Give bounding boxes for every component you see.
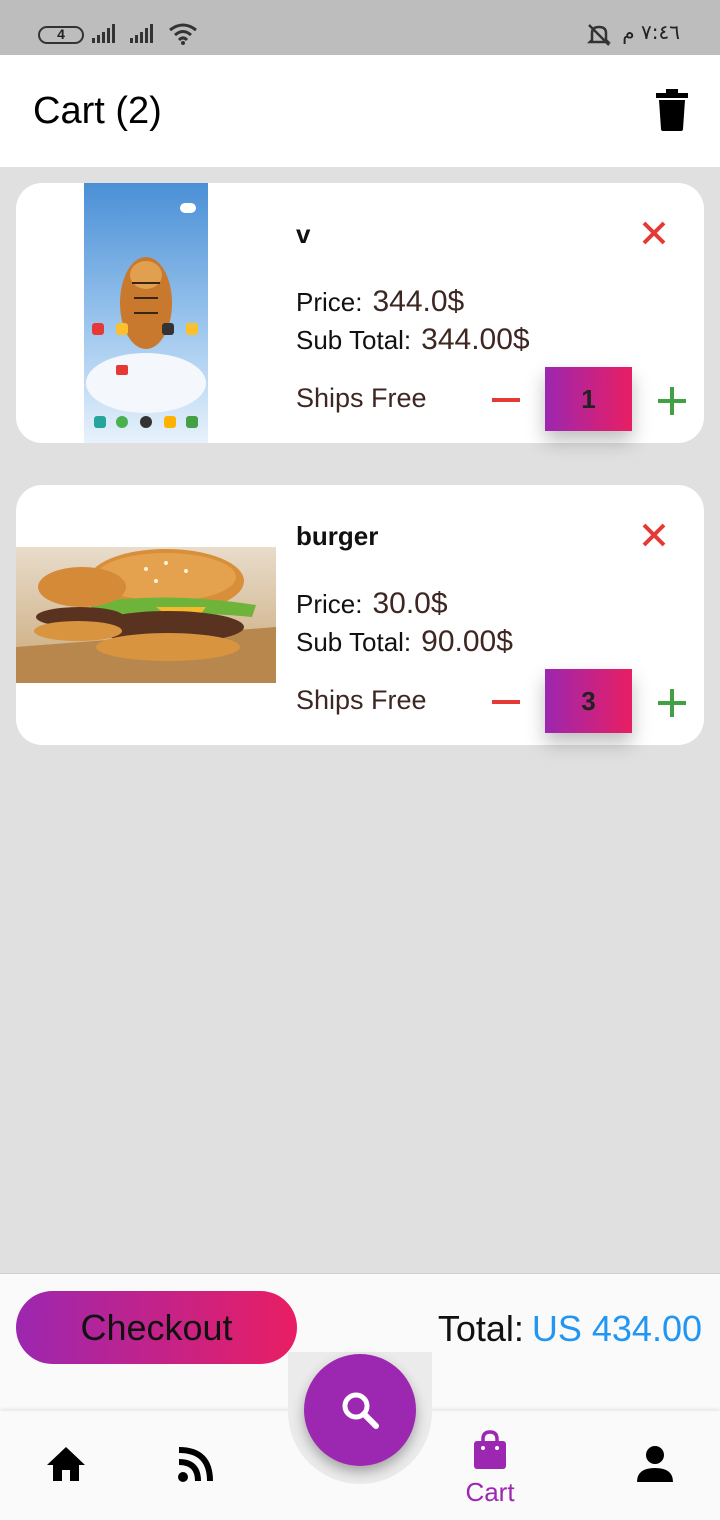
plus-icon[interactable] bbox=[656, 385, 688, 417]
page-title: Cart (2) bbox=[33, 90, 162, 132]
product-name: v bbox=[296, 219, 311, 249]
subtotal-label: Sub Total: bbox=[296, 325, 412, 355]
total-value: US 434.00 bbox=[531, 1308, 702, 1349]
nav-profile[interactable] bbox=[635, 1444, 675, 1489]
signal-icon bbox=[92, 24, 115, 43]
nav-cart[interactable]: Cart bbox=[450, 1430, 530, 1508]
subtotal-label: Sub Total: bbox=[296, 627, 412, 657]
home-icon bbox=[47, 1447, 85, 1481]
price-row: Price: 344.0$ bbox=[296, 285, 464, 319]
nav-feed[interactable] bbox=[176, 1446, 214, 1489]
status-time: ٧:٤٦ م bbox=[622, 20, 680, 44]
person-icon bbox=[637, 1446, 673, 1482]
search-button[interactable] bbox=[304, 1354, 416, 1466]
nav-home[interactable] bbox=[45, 1445, 87, 1488]
status-bar: 4 ٧:٤٦ م bbox=[0, 0, 720, 55]
subtotal-value: 344.00$ bbox=[421, 323, 530, 356]
subtotal-row: Sub Total: 344.00$ bbox=[296, 323, 530, 357]
quantity-display: 1 bbox=[545, 367, 632, 431]
mute-bell-icon bbox=[586, 24, 612, 46]
cart-item-card: burger Price: 30.0$ Sub Total: 90.00$ Ship… bbox=[16, 485, 704, 745]
close-icon[interactable] bbox=[640, 521, 668, 549]
search-icon bbox=[342, 1392, 379, 1429]
nav-cart-label: Cart bbox=[465, 1477, 515, 1507]
minus-icon[interactable] bbox=[490, 689, 522, 715]
subtotal-row: Sub Total: 90.00$ bbox=[296, 625, 513, 659]
plus-icon[interactable] bbox=[656, 687, 688, 719]
checkout-button[interactable]: Checkout bbox=[16, 1291, 297, 1364]
close-icon[interactable] bbox=[640, 219, 668, 247]
rss-feed-icon bbox=[178, 1447, 213, 1482]
cart-item-card: v Price: 344.0$ Sub Total: 344.00$ Ships F… bbox=[16, 183, 704, 443]
total-label: Total: bbox=[437, 1308, 524, 1349]
shipping-info: Ships Free bbox=[296, 383, 427, 413]
price-label: Price: bbox=[296, 287, 363, 317]
subtotal-value: 90.00$ bbox=[421, 625, 513, 658]
price-value: 344.0$ bbox=[372, 285, 465, 318]
shopping-bag-icon bbox=[474, 1430, 506, 1469]
price-value: 30.0$ bbox=[372, 587, 448, 620]
product-thumbnail[interactable] bbox=[16, 547, 276, 683]
battery-level: 4 bbox=[57, 26, 65, 42]
quantity-display: 3 bbox=[545, 669, 632, 733]
price-row: Price: 30.0$ bbox=[296, 587, 448, 621]
product-thumbnail[interactable] bbox=[84, 183, 208, 443]
battery-icon: 4 bbox=[38, 26, 84, 44]
trash-icon[interactable] bbox=[652, 89, 692, 131]
shipping-info: Ships Free bbox=[296, 685, 427, 715]
order-total: Total: US 434.00 bbox=[438, 1308, 702, 1350]
wifi-icon bbox=[169, 23, 197, 45]
app-bar: Cart (2) bbox=[0, 55, 720, 167]
signal-icon-2 bbox=[130, 24, 153, 43]
product-name: burger bbox=[296, 521, 379, 551]
minus-icon[interactable] bbox=[490, 387, 522, 413]
price-label: Price: bbox=[296, 589, 363, 619]
